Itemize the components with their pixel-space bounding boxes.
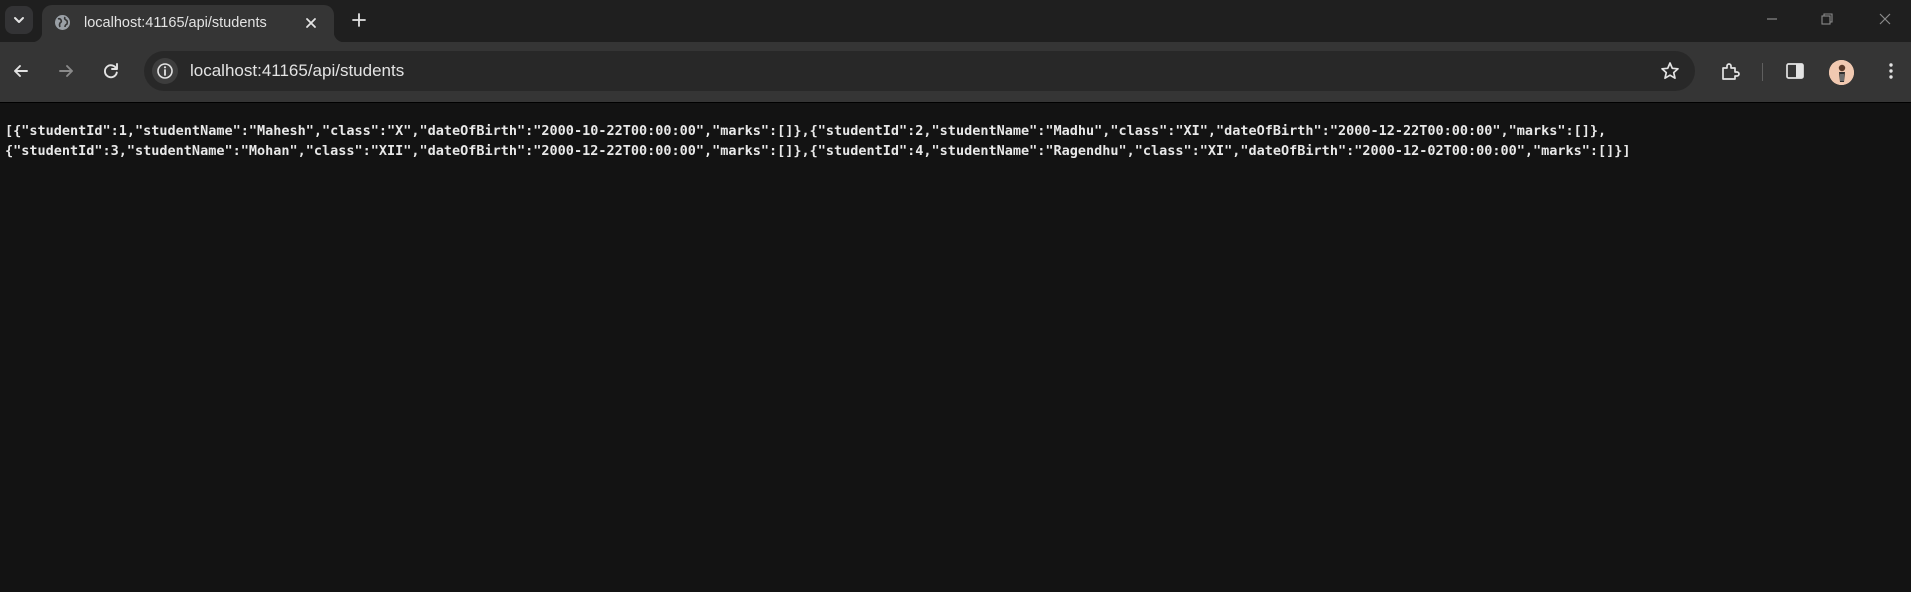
page-content: [{"studentId":1,"studentName":"Mahesh","… [0, 103, 1911, 592]
avatar[interactable] [1829, 60, 1854, 85]
site-info-button[interactable] [152, 58, 178, 84]
extensions-button[interactable] [1715, 56, 1745, 86]
arrow-right-icon [56, 61, 76, 81]
globe-icon [54, 14, 71, 31]
address-bar[interactable]: localhost:41165/api/students [144, 51, 1695, 91]
toolbar: localhost:41165/api/students [0, 42, 1911, 103]
close-window-button[interactable] [1872, 8, 1898, 30]
reload-icon [101, 61, 121, 81]
new-tab-button[interactable] [346, 7, 372, 33]
url-text[interactable]: localhost:41165/api/students [190, 61, 404, 81]
minimize-button[interactable] [1759, 8, 1785, 30]
side-panel-button[interactable] [1780, 56, 1810, 86]
reload-button[interactable] [96, 56, 126, 86]
json-response: [{"studentId":1,"studentName":"Mahesh","… [5, 121, 1765, 161]
restore-button[interactable] [1814, 8, 1840, 30]
kebab-menu-icon [1881, 61, 1901, 81]
browser-window: localhost:41165/api/students localhost:4… [0, 0, 1911, 592]
json-line: [{"studentId":1,"studentName":"Mahesh","… [5, 123, 1607, 139]
tab-title: localhost:41165/api/students [84, 15, 267, 31]
star-icon[interactable] [1659, 60, 1681, 82]
info-icon [156, 62, 174, 80]
minimize-icon [1765, 12, 1779, 26]
back-button[interactable] [6, 56, 36, 86]
close-icon [1878, 12, 1892, 26]
forward-button[interactable] [51, 56, 81, 86]
chevron-down-icon [12, 13, 26, 27]
menu-button[interactable] [1876, 56, 1906, 86]
restore-icon [1820, 12, 1834, 26]
tab-active[interactable]: localhost:41165/api/students [32, 5, 344, 42]
toolbar-divider [1762, 63, 1763, 81]
tab-strip: localhost:41165/api/students [0, 0, 1911, 42]
side-panel-icon [1784, 60, 1806, 82]
close-icon[interactable] [302, 14, 320, 32]
arrow-left-icon [11, 61, 31, 81]
puzzle-icon [1719, 60, 1741, 82]
tab-search-button[interactable] [5, 6, 33, 34]
plus-icon [350, 11, 368, 29]
json-line: {"studentId":3,"studentName":"Mohan","cl… [5, 143, 1631, 159]
